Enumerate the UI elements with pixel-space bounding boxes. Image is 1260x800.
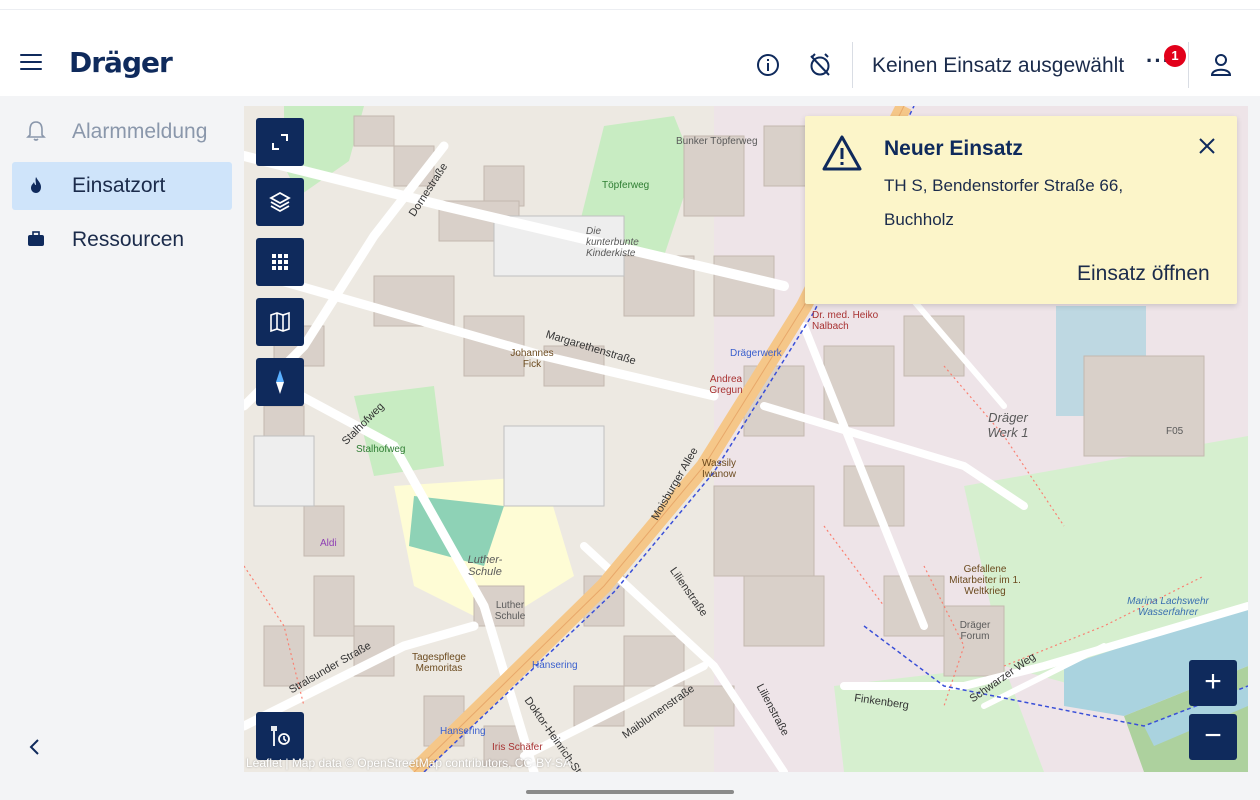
compass-icon [276,370,284,394]
sidebar-item-einsatzort[interactable]: Einsatzort [12,162,232,210]
place-label: Töpferweg [602,180,650,191]
status-bar [0,0,1260,10]
bottom-bar [0,786,1260,800]
sidebar-item-ressourcen[interactable]: Ressourcen [12,216,232,264]
app-header: Dräger Keinen Einsatz ausgewählt ··· 1 [0,10,1260,96]
briefcase-icon [28,231,44,246]
map-icon [270,311,290,333]
popup-title: Neuer Einsatz [884,137,1023,160]
map-button[interactable] [256,298,304,346]
fullscreen-button[interactable] [256,118,304,166]
sidebar-item-alarmmeldung[interactable]: Alarmmeldung [12,108,232,156]
place-label: Wassily Iwanow [701,458,737,480]
grid-icon [272,254,288,270]
place-label: Andrea Gregun [709,374,743,396]
place-label: Johannes Fick [510,348,554,370]
map-attribution[interactable]: Leaflet | Map data © OpenStreetMap contr… [246,756,571,770]
grid-button[interactable] [256,238,304,286]
layers-icon [269,191,291,213]
place-label: Luther-Schule [467,554,503,578]
popup-address-line2: Buchholz [884,210,954,229]
popup-address-line1: TH S, Bendenstorfer Straße 66, [884,176,1124,195]
alarm-off-icon[interactable] [807,52,833,78]
tools-button[interactable] [256,712,304,760]
sidebar: Alarmmeldung Einsatzort Ressourcen [0,96,244,786]
place-label: Dräger Werk 1 [987,410,1029,440]
home-indicator[interactable] [526,790,734,794]
compass-button[interactable] [256,358,304,406]
place-label: Dr. med. Heiko Nalbach [812,310,879,332]
chevron-left-icon[interactable] [24,736,46,758]
user-icon[interactable] [1208,52,1234,78]
place-label: Die kunterbunte Kinderkiste [586,226,639,259]
fullscreen-icon [272,134,288,150]
place-label: Hansering [532,660,578,671]
place-label: Stalhofweg [356,444,406,455]
header-divider [1188,42,1189,88]
layers-button[interactable] [256,178,304,226]
place-label: Bunker Töpferweg [676,136,758,147]
warning-icon [822,135,862,171]
menu-icon[interactable] [20,54,42,70]
sidebar-item-label: Alarmmeldung [72,120,208,143]
info-icon[interactable] [755,52,781,78]
place-label: Dräger Forum [959,620,991,642]
open-mission-button[interactable]: Einsatz öffnen [1077,262,1210,286]
bell-icon [26,121,46,141]
new-mission-popup: Neuer Einsatz TH S, Bendenstorfer Straße… [805,116,1237,304]
place-label: Iris Schäfer [492,742,543,753]
sidebar-item-label: Ressourcen [72,228,185,251]
flame-icon [31,177,41,193]
zoom-in-button[interactable]: + [1189,660,1237,706]
place-label: Marina Lachswehr Wasserfahrer [1127,596,1209,618]
notification-badge: 1 [1164,45,1186,67]
place-label: F05 [1166,426,1184,437]
place-label: Luther Schule [494,600,526,622]
tools-icon [271,726,290,746]
close-icon[interactable] [1197,136,1217,156]
zoom-out-button[interactable]: − [1189,714,1237,760]
header-divider [852,42,853,88]
sidebar-item-label: Einsatzort [72,174,166,197]
place-label: Drägerwerk [730,348,782,359]
brand-logo: Dräger [69,46,173,79]
place-label: Hansering [440,726,486,737]
place-label: Aldi [320,538,337,549]
place-label: Gefallene Mitarbeiter im 1. Weltkrieg [949,564,1021,597]
mission-status[interactable]: Keinen Einsatz ausgewählt [872,54,1124,78]
place-label: Tagespflege Memoritas [412,652,466,674]
